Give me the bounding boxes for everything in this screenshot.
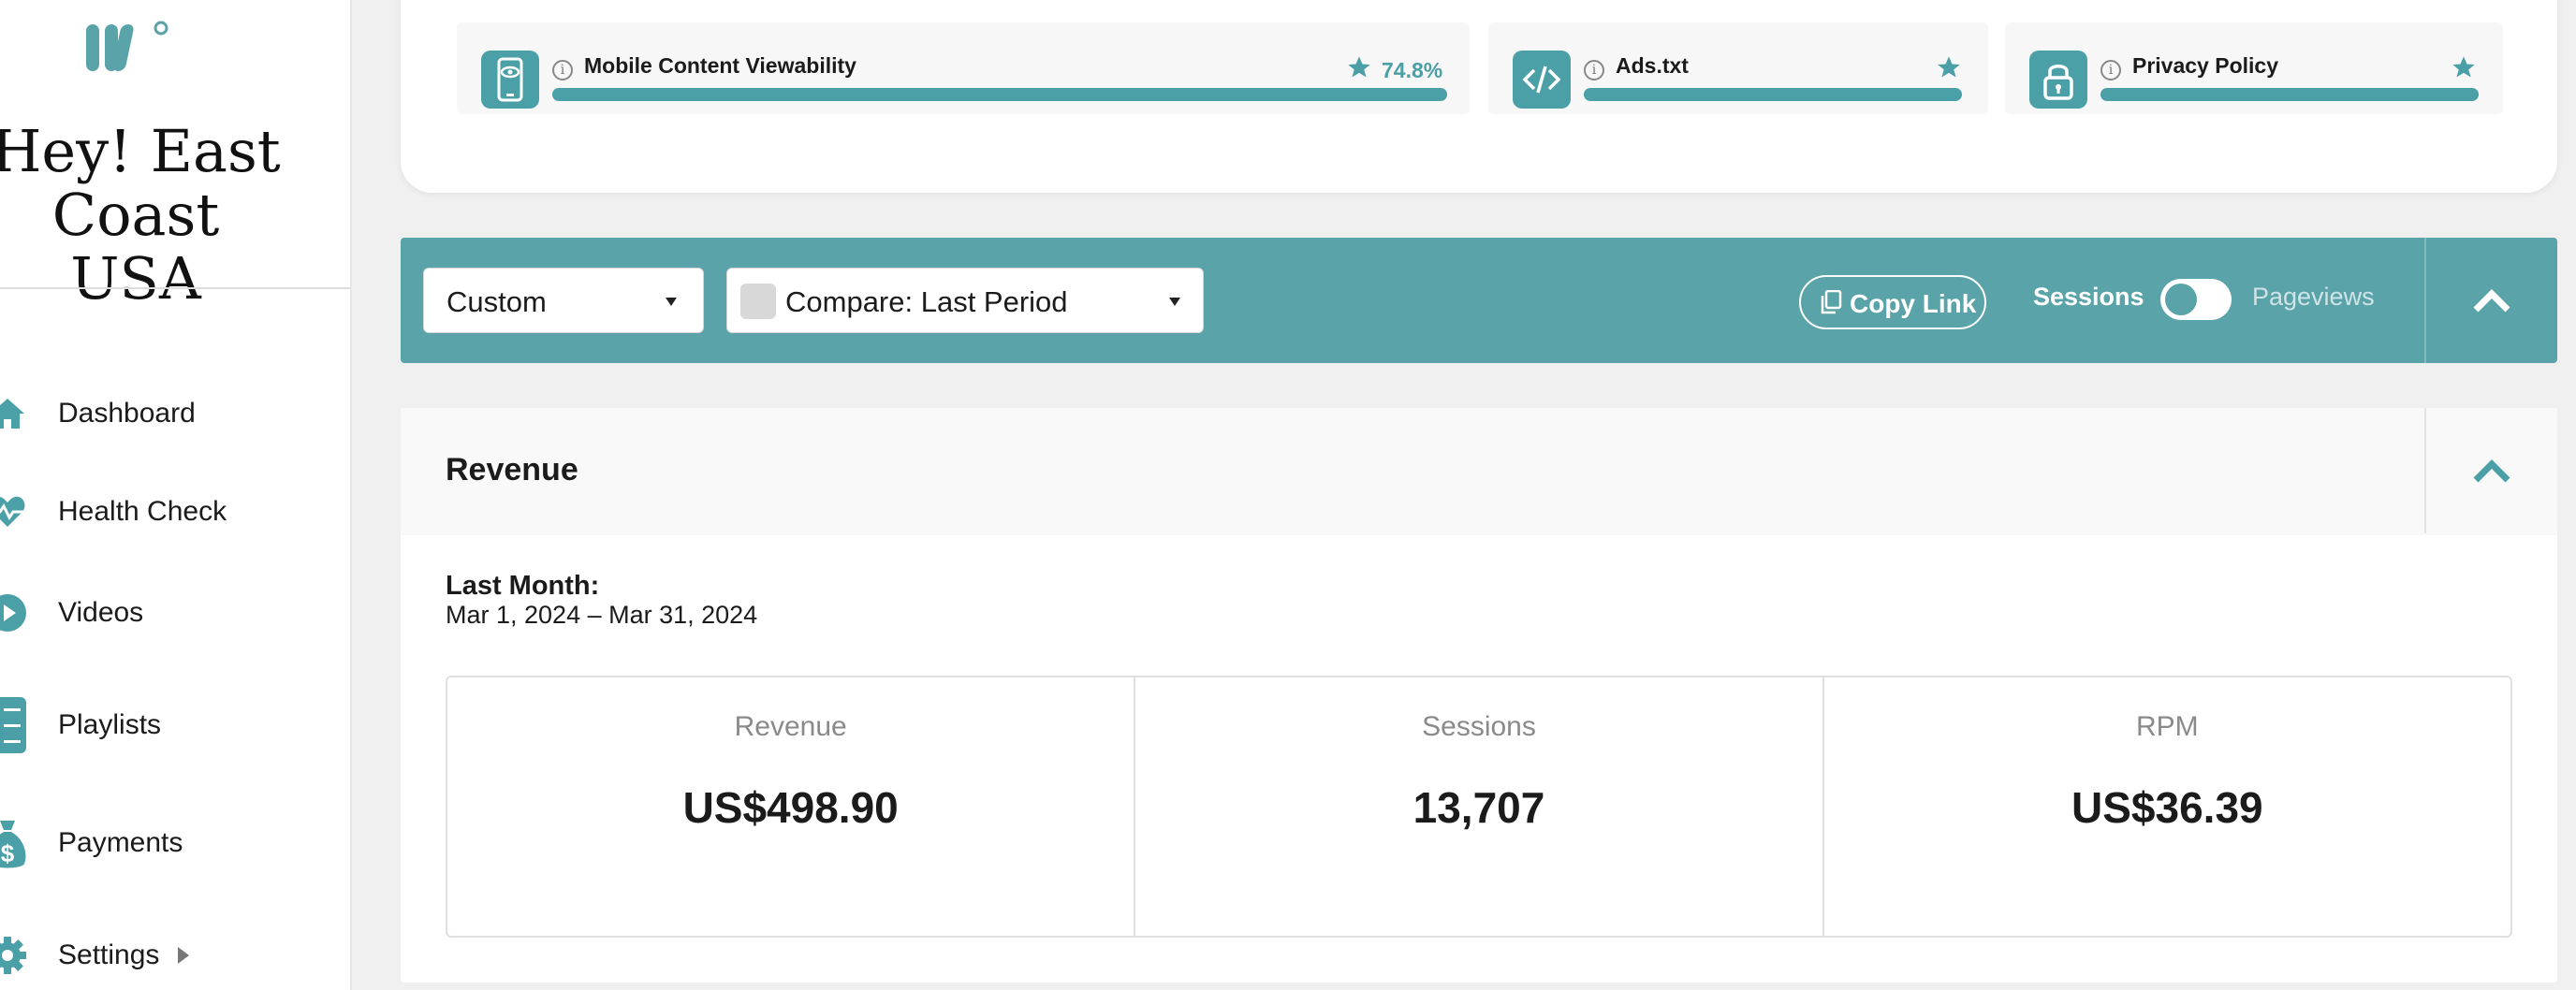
sidebar-item-label: Videos bbox=[58, 597, 144, 628]
toggle-label-pageviews[interactable]: Pageviews bbox=[2252, 283, 2375, 312]
period-range: Mar 1, 2024 – Mar 31, 2024 bbox=[446, 601, 758, 629]
health-check-card: i Mobile Content Viewability 74.8% i Ads… bbox=[401, 0, 2557, 193]
gear-icon bbox=[0, 933, 30, 978]
compare-color-swatch bbox=[740, 284, 776, 319]
sidebar-divider bbox=[0, 287, 350, 289]
chevron-up-icon bbox=[2473, 459, 2510, 483]
stat-value: 13,707 bbox=[1412, 783, 1545, 832]
lock-icon bbox=[2029, 51, 2087, 109]
stat-rpm: RPM US$36.39 bbox=[1824, 677, 2510, 936]
tile-title: Privacy Policy bbox=[2132, 53, 2278, 78]
sidebar-item-label: Settings bbox=[58, 939, 160, 970]
date-range-value: Custom bbox=[446, 285, 547, 318]
stat-value: US$498.90 bbox=[682, 783, 899, 832]
stat-sessions: Sessions 13,707 bbox=[1135, 677, 1824, 936]
tile-score: 74.8% bbox=[1382, 58, 1443, 82]
info-icon[interactable]: i bbox=[2100, 60, 2121, 80]
info-icon[interactable]: i bbox=[552, 60, 573, 80]
heart-pulse-icon bbox=[0, 489, 30, 534]
tile-title: Mobile Content Viewability bbox=[584, 53, 856, 78]
list-icon bbox=[0, 697, 30, 753]
copy-link-label: Copy Link bbox=[1850, 289, 1977, 318]
compare-select[interactable]: Compare: Last Period bbox=[726, 268, 1204, 333]
sidebar-item-payments[interactable]: $ Payments bbox=[0, 815, 350, 871]
home-icon bbox=[0, 391, 30, 436]
stat-label: RPM bbox=[2135, 711, 2199, 742]
copy-icon bbox=[1821, 290, 1842, 314]
star-icon bbox=[1938, 56, 1960, 78]
progress-bar bbox=[552, 88, 1447, 101]
sidebar-item-label: Dashboard bbox=[58, 398, 196, 429]
sidebar-item-label: Payments bbox=[58, 827, 183, 858]
health-check-tile-ads-txt[interactable]: i Ads.txt bbox=[1488, 22, 1988, 114]
stat-revenue: Revenue US$498.90 bbox=[447, 677, 1136, 936]
sidebar-item-dashboard[interactable]: Dashboard bbox=[0, 386, 350, 442]
progress-bar bbox=[1584, 88, 1962, 101]
toggle-knob bbox=[2165, 284, 2197, 315]
caret-down-icon bbox=[666, 298, 677, 306]
compare-value: Compare: Last Period bbox=[785, 285, 1068, 318]
brand-logo[interactable] bbox=[82, 15, 176, 75]
chevron-up-icon bbox=[2473, 289, 2510, 313]
play-icon bbox=[0, 590, 30, 635]
svg-text:$: $ bbox=[1, 839, 15, 867]
caret-down-icon bbox=[1169, 298, 1180, 306]
revenue-collapse-button[interactable] bbox=[2426, 408, 2557, 533]
stat-value: US$36.39 bbox=[2071, 783, 2263, 832]
code-icon bbox=[1513, 51, 1571, 109]
sidebar-item-label: Health Check bbox=[58, 496, 227, 527]
sidebar-item-label: Playlists bbox=[58, 709, 162, 740]
mobile-eye-icon bbox=[481, 51, 539, 109]
period-label: Last Month: bbox=[446, 571, 600, 601]
revenue-card: Revenue Last Month: Mar 1, 2024 – Mar 31… bbox=[401, 408, 2557, 983]
tile-title: Ads.txt bbox=[1616, 53, 1689, 78]
star-icon bbox=[2452, 56, 2475, 78]
sidebar-item-settings[interactable]: Settings bbox=[0, 927, 350, 983]
site-title: Hey! East Coast USA bbox=[0, 117, 281, 313]
filter-bar-collapse-button[interactable] bbox=[2426, 238, 2557, 363]
date-range-select[interactable]: Custom bbox=[423, 268, 704, 333]
stat-label: Sessions bbox=[1422, 711, 1536, 742]
progress-bar bbox=[2100, 88, 2479, 101]
sessions-pageviews-toggle[interactable] bbox=[2160, 279, 2232, 320]
sidebar-item-videos[interactable]: Videos bbox=[0, 585, 350, 641]
stat-label: Revenue bbox=[734, 711, 847, 742]
health-check-tile-viewability[interactable]: i Mobile Content Viewability 74.8% bbox=[457, 22, 1470, 114]
revenue-title: Revenue bbox=[446, 452, 578, 488]
sidebar-item-health-check[interactable]: Health Check bbox=[0, 484, 350, 540]
copy-link-button[interactable]: Copy Link bbox=[1799, 275, 1986, 329]
caret-right-icon bbox=[178, 947, 189, 964]
health-check-tile-privacy-policy[interactable]: i Privacy Policy bbox=[2005, 22, 2503, 114]
toggle-label-sessions[interactable]: Sessions bbox=[2033, 283, 2144, 312]
star-icon bbox=[1348, 56, 1370, 78]
revenue-header: Revenue bbox=[401, 408, 2557, 535]
info-icon[interactable]: i bbox=[1584, 60, 1604, 80]
sidebar-item-playlists[interactable]: Playlists bbox=[0, 697, 350, 753]
sidebar: Hey! East Coast USA Dashboard Health Che… bbox=[0, 0, 352, 990]
stats-summary: Revenue US$498.90 Sessions 13,707 RPM US… bbox=[446, 676, 2512, 938]
filter-bar: Custom Compare: Last Period Copy Link Se… bbox=[401, 238, 2557, 363]
money-bag-icon: $ bbox=[0, 821, 30, 868]
